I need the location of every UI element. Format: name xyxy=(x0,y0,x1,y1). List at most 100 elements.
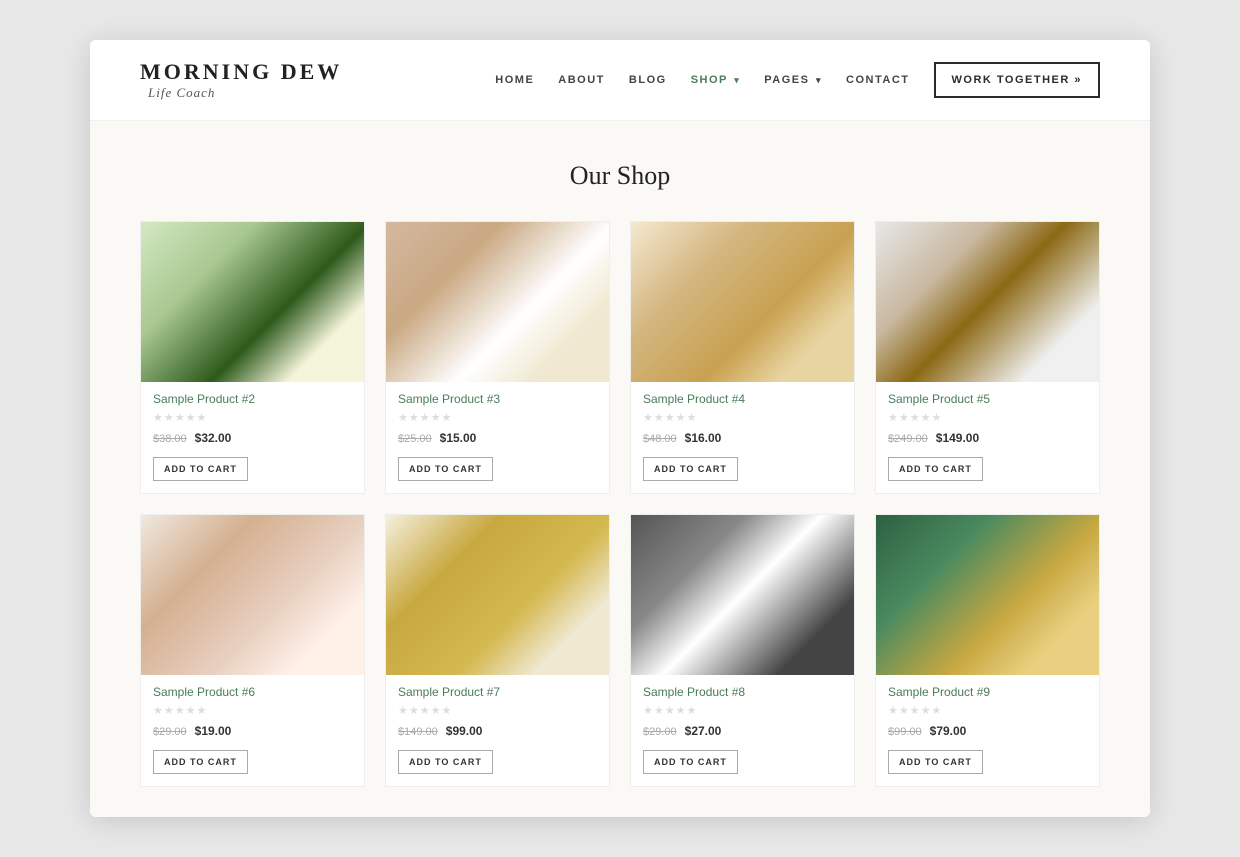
star1: ★ xyxy=(888,704,898,717)
product-name-p2[interactable]: Sample Product #2 xyxy=(153,392,352,406)
logo-title: MORNING DEW xyxy=(140,60,342,84)
add-to-cart-p5[interactable]: ADD TO CART xyxy=(888,457,983,481)
star4: ★ xyxy=(186,704,196,717)
products-grid: Sample Product #2 ★ ★ ★ ★ ★ $38.00 $32.0… xyxy=(140,221,1100,787)
add-to-cart-p8[interactable]: ADD TO CART xyxy=(643,750,738,774)
nav-blog[interactable]: BLOG xyxy=(629,74,667,86)
star2: ★ xyxy=(654,704,664,717)
product-stars-p5: ★ ★ ★ ★ ★ xyxy=(888,411,1087,424)
product-info-p8: Sample Product #8 ★ ★ ★ ★ ★ $29.00 $27.0… xyxy=(631,675,854,786)
product-name-p6[interactable]: Sample Product #6 xyxy=(153,685,352,699)
nav-about[interactable]: ABOUT xyxy=(558,74,605,86)
price-row-p6: $29.00 $19.00 xyxy=(153,722,352,740)
price-sale-p6: $19.00 xyxy=(195,724,232,738)
product-image-p3[interactable] xyxy=(386,222,609,382)
shop-title: Our Shop xyxy=(140,161,1100,191)
star1: ★ xyxy=(398,411,408,424)
price-sale-p4: $16.00 xyxy=(685,431,722,445)
price-original-p5: $249.00 xyxy=(888,433,928,445)
product-image-p4[interactable] xyxy=(631,222,854,382)
add-to-cart-p6[interactable]: ADD TO CART xyxy=(153,750,248,774)
price-sale-p5: $149.00 xyxy=(936,431,979,445)
star2: ★ xyxy=(409,411,419,424)
price-original-p6: $29.00 xyxy=(153,726,187,738)
add-to-cart-p9[interactable]: ADD TO CART xyxy=(888,750,983,774)
star1: ★ xyxy=(888,411,898,424)
nav-shop[interactable]: SHOP ▾ xyxy=(691,74,741,86)
product-name-p8[interactable]: Sample Product #8 xyxy=(643,685,842,699)
nav-contact[interactable]: CONTACT xyxy=(846,74,909,86)
product-name-p7[interactable]: Sample Product #7 xyxy=(398,685,597,699)
price-original-p9: $99.00 xyxy=(888,726,922,738)
product-stars-p7: ★ ★ ★ ★ ★ xyxy=(398,704,597,717)
product-card-p8: Sample Product #8 ★ ★ ★ ★ ★ $29.00 $27.0… xyxy=(630,514,855,787)
pages-arrow: ▾ xyxy=(816,75,822,85)
product-info-p3: Sample Product #3 ★ ★ ★ ★ ★ $25.00 $15.0… xyxy=(386,382,609,493)
logo[interactable]: MORNING DEW Life Coach xyxy=(140,60,342,100)
star5: ★ xyxy=(442,704,452,717)
product-name-p5[interactable]: Sample Product #5 xyxy=(888,392,1087,406)
star5: ★ xyxy=(687,704,697,717)
nav-pages[interactable]: PAGES ▾ xyxy=(764,74,822,86)
product-stars-p6: ★ ★ ★ ★ ★ xyxy=(153,704,352,717)
product-name-p9[interactable]: Sample Product #9 xyxy=(888,685,1087,699)
add-to-cart-p3[interactable]: ADD TO CART xyxy=(398,457,493,481)
price-row-p7: $149.00 $99.00 xyxy=(398,722,597,740)
product-image-p2[interactable] xyxy=(141,222,364,382)
star5: ★ xyxy=(197,704,207,717)
product-image-p9[interactable] xyxy=(876,515,1099,675)
product-card-p5: Sample Product #5 ★ ★ ★ ★ ★ $249.00 $149… xyxy=(875,221,1100,494)
star2: ★ xyxy=(409,704,419,717)
product-name-p4[interactable]: Sample Product #4 xyxy=(643,392,842,406)
work-together-button[interactable]: WORK TOGETHER » xyxy=(934,62,1100,98)
star3: ★ xyxy=(665,411,675,424)
price-row-p8: $29.00 $27.00 xyxy=(643,722,842,740)
star1: ★ xyxy=(153,411,163,424)
logo-subtitle: Life Coach xyxy=(140,86,342,100)
star3: ★ xyxy=(175,704,185,717)
star2: ★ xyxy=(899,704,909,717)
shop-section: Our Shop Sample Product #2 ★ ★ ★ ★ ★ $38… xyxy=(90,121,1150,817)
star4: ★ xyxy=(676,411,686,424)
price-sale-p3: $15.00 xyxy=(440,431,477,445)
product-info-p9: Sample Product #9 ★ ★ ★ ★ ★ $99.00 $79.0… xyxy=(876,675,1099,786)
star4: ★ xyxy=(676,704,686,717)
product-card-p6: Sample Product #6 ★ ★ ★ ★ ★ $29.00 $19.0… xyxy=(140,514,365,787)
star5: ★ xyxy=(197,411,207,424)
price-sale-p9: $79.00 xyxy=(930,724,967,738)
price-original-p7: $149.00 xyxy=(398,726,438,738)
product-info-p7: Sample Product #7 ★ ★ ★ ★ ★ $149.00 $99.… xyxy=(386,675,609,786)
star4: ★ xyxy=(431,411,441,424)
price-row-p4: $48.00 $16.00 xyxy=(643,429,842,447)
star2: ★ xyxy=(654,411,664,424)
add-to-cart-p2[interactable]: ADD TO CART xyxy=(153,457,248,481)
star4: ★ xyxy=(921,704,931,717)
add-to-cart-p4[interactable]: ADD TO CART xyxy=(643,457,738,481)
main-nav: HOME ABOUT BLOG SHOP ▾ PAGES ▾ CONTACT W… xyxy=(495,62,1100,98)
price-original-p2: $38.00 xyxy=(153,433,187,445)
product-image-p8[interactable] xyxy=(631,515,854,675)
price-original-p3: $25.00 xyxy=(398,433,432,445)
product-stars-p3: ★ ★ ★ ★ ★ xyxy=(398,411,597,424)
product-name-p3[interactable]: Sample Product #3 xyxy=(398,392,597,406)
product-stars-p9: ★ ★ ★ ★ ★ xyxy=(888,704,1087,717)
product-info-p5: Sample Product #5 ★ ★ ★ ★ ★ $249.00 $149… xyxy=(876,382,1099,493)
star1: ★ xyxy=(398,704,408,717)
price-original-p8: $29.00 xyxy=(643,726,677,738)
star5: ★ xyxy=(932,704,942,717)
price-sale-p7: $99.00 xyxy=(446,724,483,738)
product-info-p6: Sample Product #6 ★ ★ ★ ★ ★ $29.00 $19.0… xyxy=(141,675,364,786)
product-image-p6[interactable] xyxy=(141,515,364,675)
star5: ★ xyxy=(687,411,697,424)
nav-home[interactable]: HOME xyxy=(495,74,534,86)
product-stars-p2: ★ ★ ★ ★ ★ xyxy=(153,411,352,424)
product-image-p5[interactable] xyxy=(876,222,1099,382)
add-to-cart-p7[interactable]: ADD TO CART xyxy=(398,750,493,774)
star2: ★ xyxy=(164,704,174,717)
star3: ★ xyxy=(420,411,430,424)
star1: ★ xyxy=(643,411,653,424)
product-image-p7[interactable] xyxy=(386,515,609,675)
price-row-p9: $99.00 $79.00 xyxy=(888,722,1087,740)
star3: ★ xyxy=(665,704,675,717)
star4: ★ xyxy=(186,411,196,424)
